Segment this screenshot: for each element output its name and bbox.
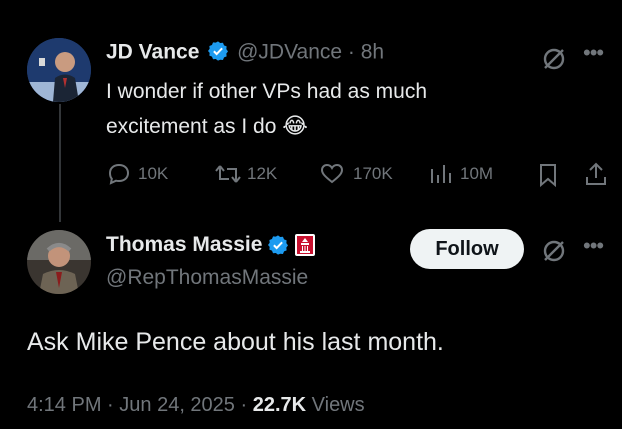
follow-button[interactable]: Follow <box>410 229 524 269</box>
views-chart-icon <box>431 165 451 183</box>
handle-and-time[interactable]: @JDVance · 8h <box>237 41 384 64</box>
reply-icon <box>108 163 130 185</box>
repost-button[interactable]: 12K <box>213 161 277 187</box>
author-name[interactable]: Thomas Massie <box>106 233 262 257</box>
avatar-jd-vance[interactable] <box>27 38 91 102</box>
affiliation-badge-icon <box>295 234 316 256</box>
separator-dot: · <box>240 394 253 416</box>
bookmark-icon[interactable] <box>537 162 559 188</box>
views-count: 22.7K <box>252 394 307 416</box>
repost-icon <box>215 165 241 183</box>
thread-connector-line <box>59 104 61 222</box>
reply-count: 10K <box>138 164 169 183</box>
grok-icon[interactable] <box>541 238 567 264</box>
post-date[interactable]: Jun 24, 2025 <box>119 394 235 416</box>
grok-icon[interactable] <box>541 46 567 72</box>
views-count: 10M <box>460 164 494 183</box>
more-options-icon[interactable]: ••• <box>583 40 604 66</box>
author-name[interactable]: JD Vance <box>106 41 199 64</box>
repost-count: 12K <box>247 164 278 183</box>
handle[interactable]: @RepThomasMassie <box>106 266 308 290</box>
views-button[interactable]: 10M <box>428 161 493 187</box>
views-label: Views <box>311 394 365 416</box>
separator-dot: · <box>107 394 120 416</box>
heart-icon <box>320 163 344 184</box>
laughing-emoji-icon: 😂 <box>282 113 308 138</box>
tweet-text-line-1: I wonder if other VPs had as much <box>106 80 427 103</box>
tweet-text-line-2: excitement as I do <box>106 115 277 138</box>
post-time[interactable]: 4:14 PM <box>27 394 101 416</box>
like-button[interactable]: 170K <box>319 161 393 187</box>
verified-badge-icon <box>268 235 289 255</box>
avatar-thomas-massie[interactable] <box>27 230 91 294</box>
verified-badge-icon <box>208 41 229 61</box>
more-options-icon[interactable]: ••• <box>583 233 604 259</box>
tweet-text: Ask Mike Pence about his last month. <box>27 328 444 356</box>
like-count: 170K <box>353 164 393 183</box>
reply-button[interactable]: 10K <box>106 161 168 187</box>
share-icon[interactable] <box>583 160 609 188</box>
